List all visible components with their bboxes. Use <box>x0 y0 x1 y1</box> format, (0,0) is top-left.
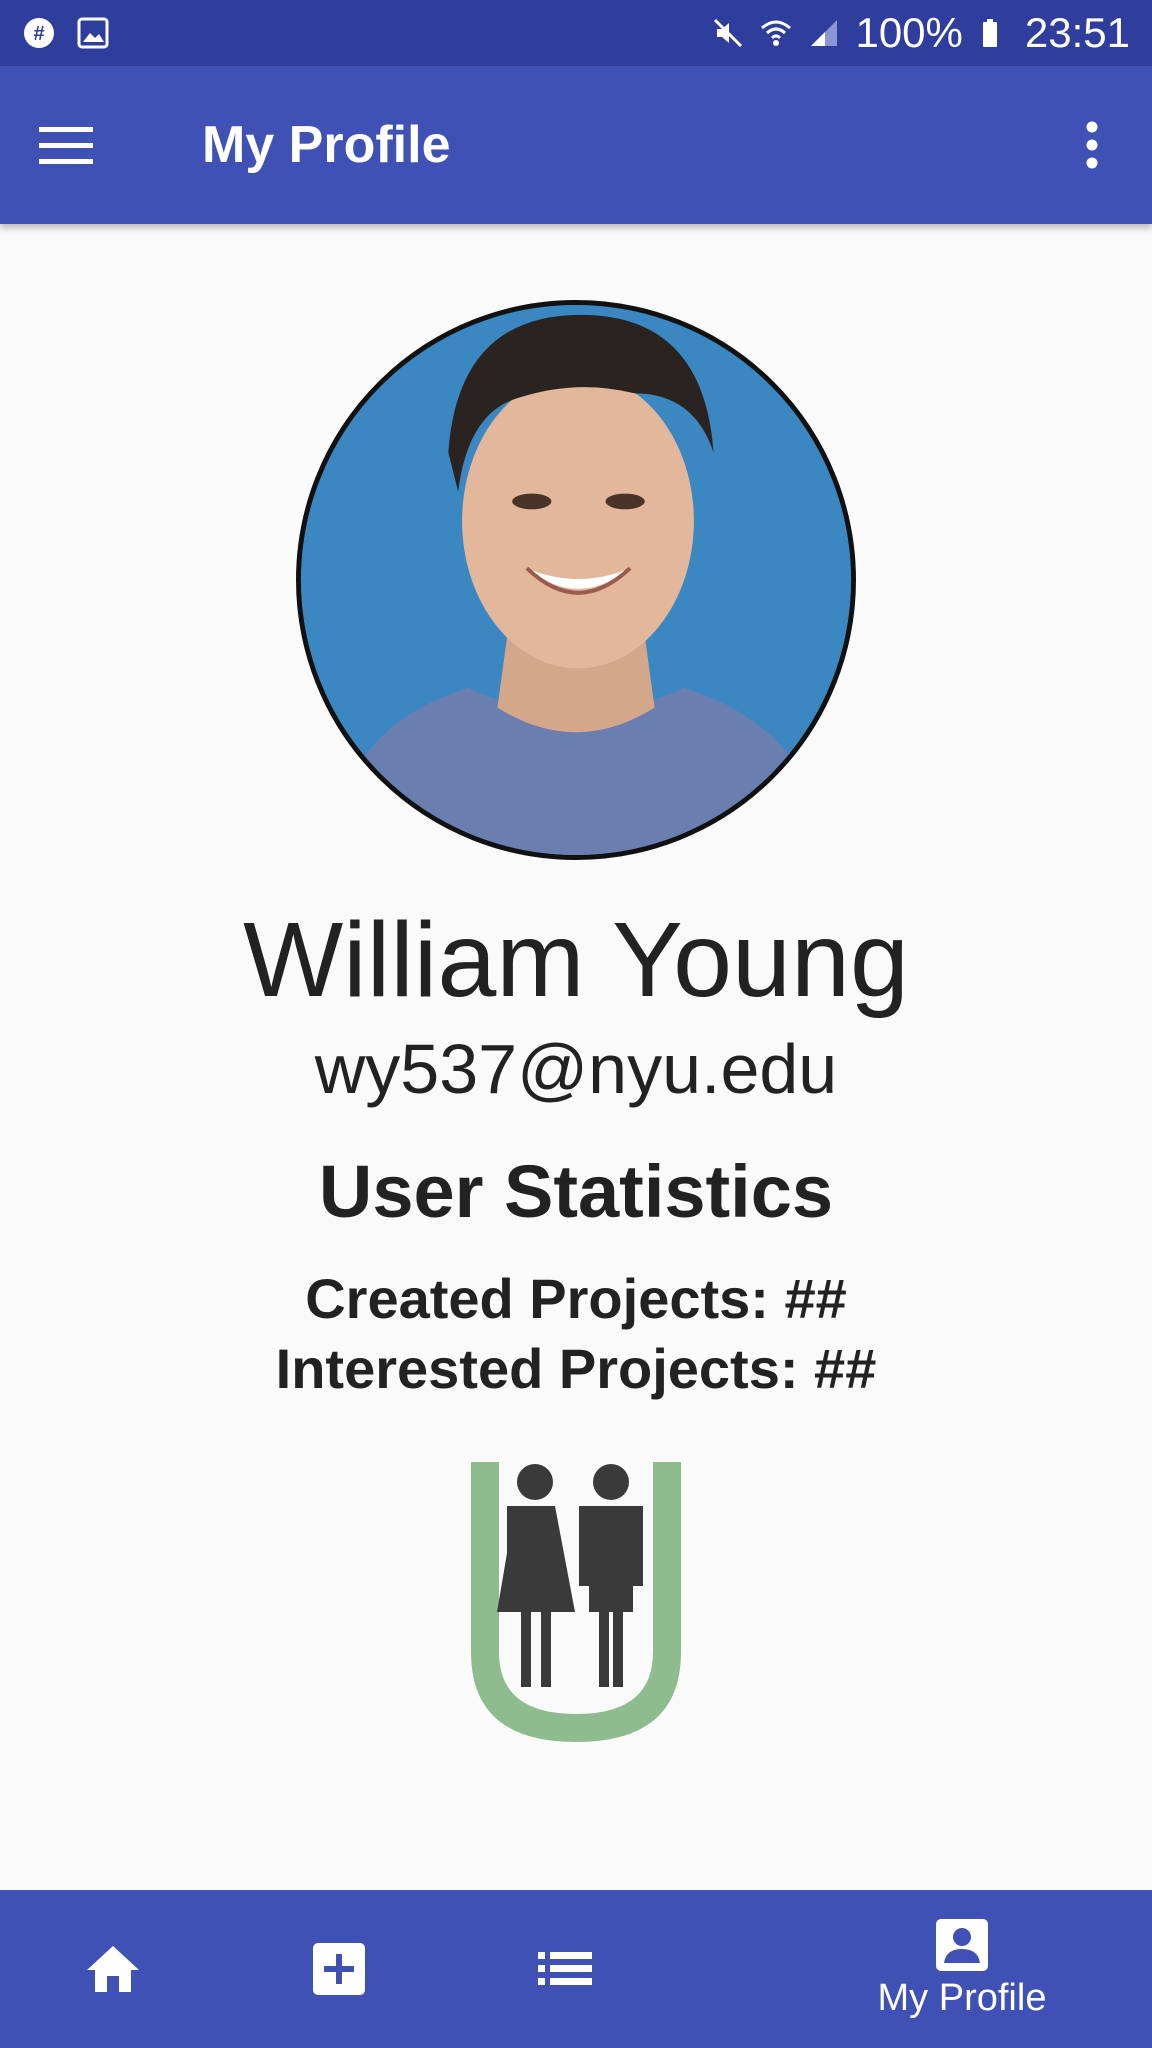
interested-projects-stat: Interested Projects: ## <box>275 1337 877 1400</box>
user-email: wy537@nyu.edu <box>314 1030 838 1108</box>
mute-icon <box>711 16 745 50</box>
battery-icon <box>977 16 1011 50</box>
hamburger-menu-icon <box>39 127 93 164</box>
stats-heading: User Statistics <box>318 1150 834 1233</box>
list-icon <box>538 1952 592 1985</box>
bottom-navigation: My Profile <box>0 1890 1152 2048</box>
user-name: William Young <box>243 901 909 1019</box>
overflow-menu-button[interactable] <box>1032 66 1152 224</box>
nav-my-profile-label: My Profile <box>877 1976 1047 2019</box>
more-vert-icon <box>1086 121 1098 169</box>
nav-add-project[interactable] <box>226 1890 452 2048</box>
created-projects-stat: Created Projects: ## <box>305 1267 847 1330</box>
battery-percent: 100% <box>855 9 963 56</box>
avatar <box>296 300 856 860</box>
menu-button[interactable] <box>0 66 132 224</box>
notification-icon: # <box>22 16 56 50</box>
profile-photo <box>301 305 851 855</box>
signal-icon <box>807 16 841 50</box>
stats-block: Created Projects: ## Interested Projects… <box>276 1264 877 1404</box>
profile-content: William Young wy537@nyu.edu User Statist… <box>0 224 1152 1890</box>
home-icon <box>87 1946 139 1992</box>
image-icon <box>76 16 110 50</box>
svg-text:#: # <box>33 23 44 45</box>
wifi-icon <box>759 16 793 50</box>
clock: 23:51 <box>1024 9 1130 56</box>
add-box-icon <box>313 1943 365 1995</box>
profile-icon <box>936 1918 988 1971</box>
page-title: My Profile <box>202 116 451 174</box>
nav-my-profile[interactable]: My Profile <box>772 1890 1152 2048</box>
nav-project-list[interactable] <box>452 1890 678 2048</box>
status-bar: # 100% 23:51 <box>0 0 1152 66</box>
nav-home[interactable] <box>0 1890 226 2048</box>
app-bar: My Profile <box>0 66 1152 224</box>
app-logo <box>471 1462 681 1742</box>
